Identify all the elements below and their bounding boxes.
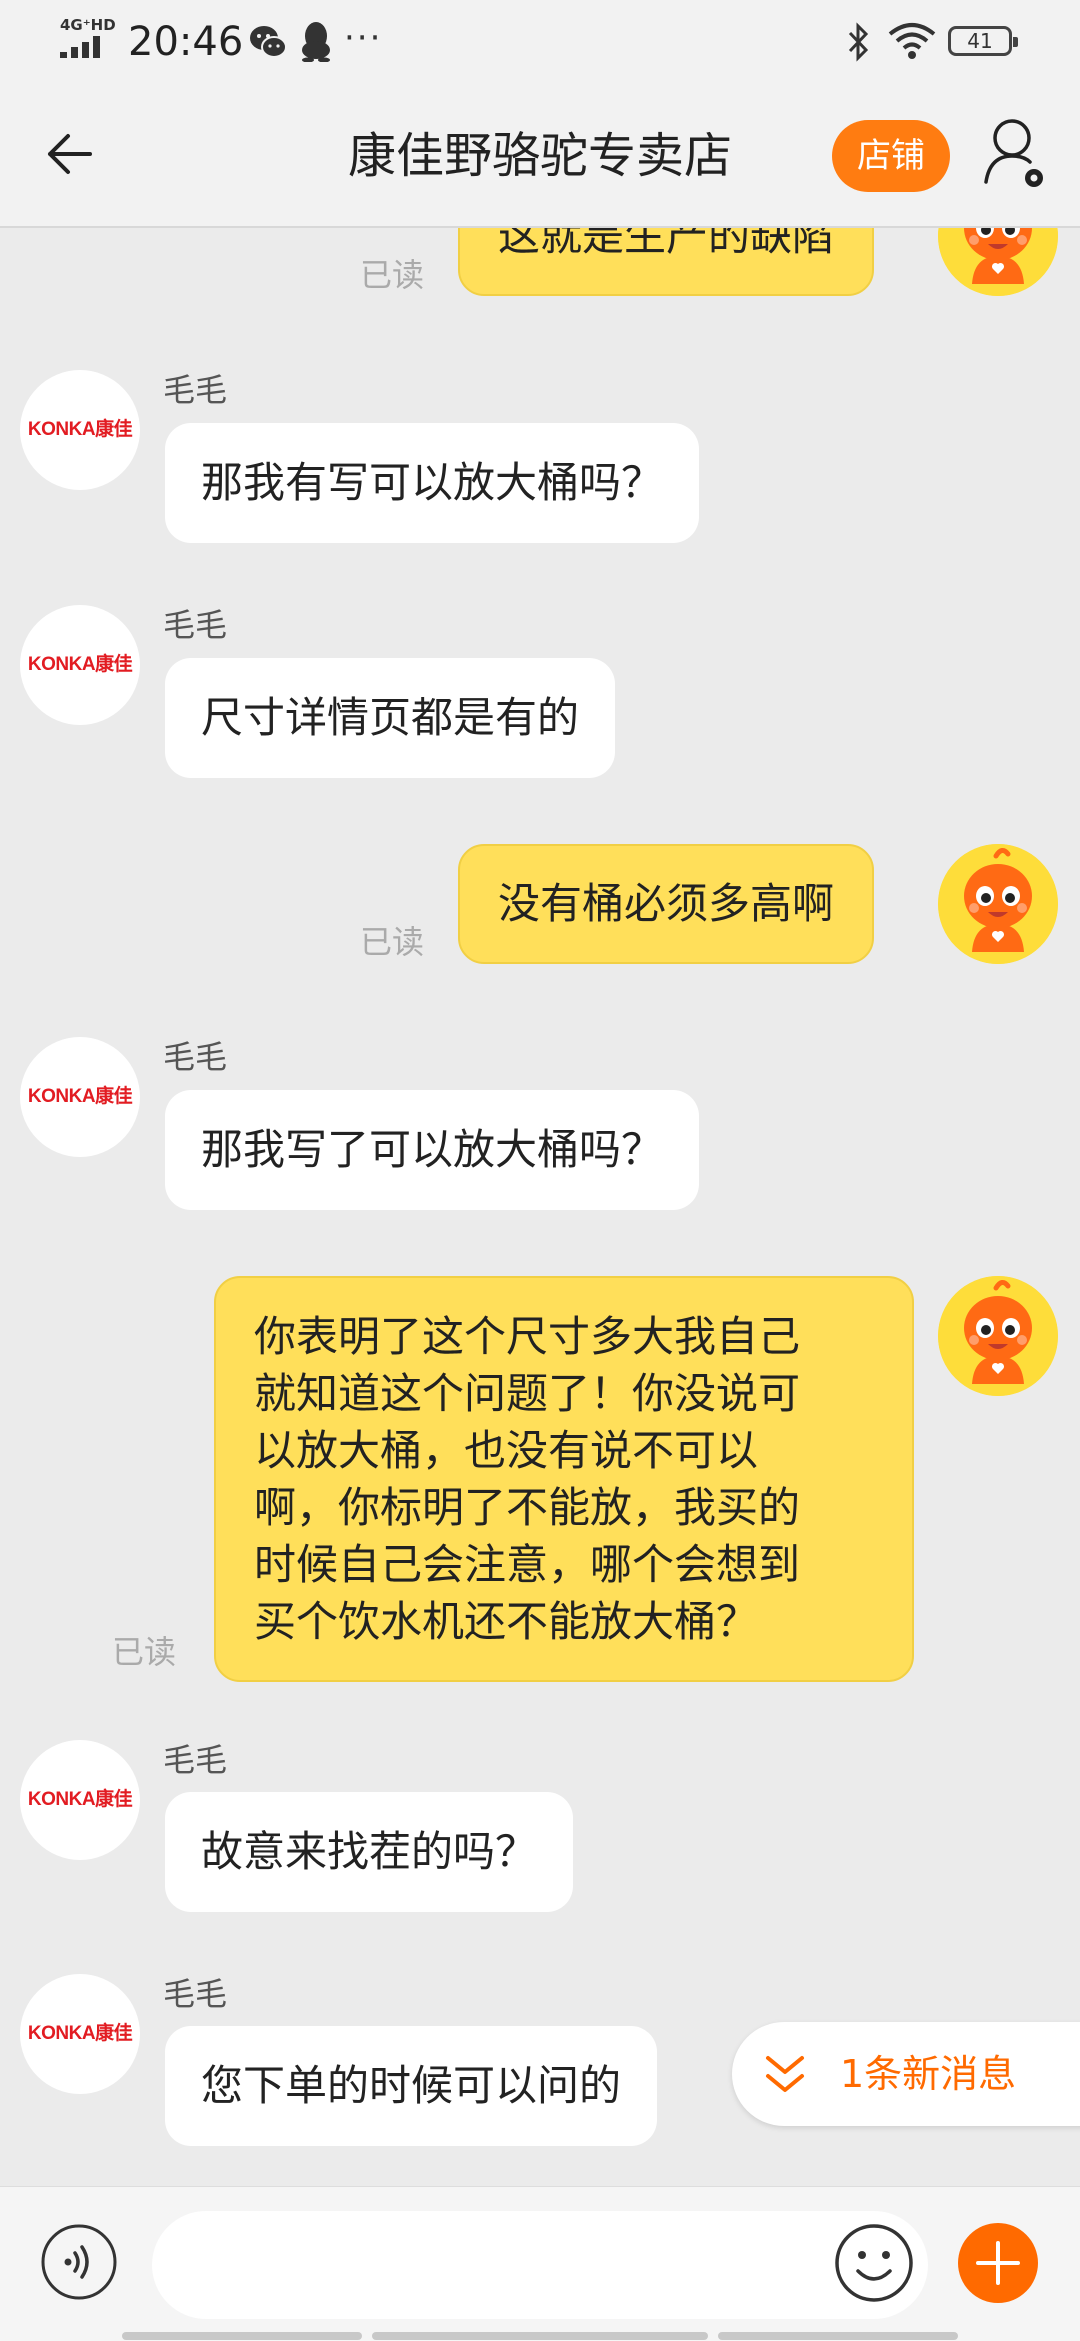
chat-header: 康佳野骆驼专卖店 店铺 [0,86,1080,228]
sender-name: 毛毛 [163,606,228,644]
input-bar [0,2186,1080,2341]
message-line: 你表明了这个尺寸多大我自己 [254,1312,801,1361]
voice-icon[interactable] [40,2223,118,2301]
taobao-mascot-icon [938,844,1058,964]
taobao-mascot-icon [938,1276,1058,1396]
message-line: 时候自己会注意，哪个会想到 [254,1540,801,1589]
gesture-bar [718,2332,958,2340]
new-message-button[interactable]: 1条新消息 [732,2022,1080,2126]
more-notifications-icon: ··· [344,18,383,58]
shop-avatar[interactable]: KONKA康佳 [20,370,140,490]
message-bubble-outgoing[interactable]: 没有桶必须多高啊 [458,844,875,964]
taobao-mascot-icon [938,228,1058,296]
network-type: 4G⁺HD [60,16,116,34]
wifi-icon [888,23,936,59]
shop-avatar[interactable]: KONKA康佳 [20,1740,140,1860]
sender-name: 毛毛 [163,1038,228,1076]
read-receipt: 已读 [112,1633,177,1671]
wechat-icon [250,26,287,58]
konka-logo: KONKA康佳 [27,1086,133,1107]
message-list[interactable]: 已读 这就是生产的缺陷 KONKA康佳 毛毛 那我有写可以放大桶吗？ KONKA… [0,228,1080,2186]
konka-logo: KONKA康佳 [27,654,133,675]
user-avatar[interactable] [938,1276,1058,1396]
plus-icon[interactable] [958,2223,1038,2303]
sender-name: 毛毛 [163,1741,228,1779]
message-bubble-outgoing[interactable]: 这就是生产的缺陷 [458,228,875,296]
sender-name: 毛毛 [163,1975,228,2013]
shop-avatar[interactable]: KONKA康佳 [20,1037,140,1157]
message-bubble-incoming[interactable]: 那我有写可以放大桶吗？ [165,423,700,543]
message-bubble-incoming[interactable]: 尺寸详情页都是有的 [165,658,616,778]
read-receipt: 已读 [360,256,425,294]
user-avatar[interactable] [938,844,1058,964]
qq-icon [302,22,330,62]
message-line: 买个饮水机还不能放大桶？ [254,1597,759,1646]
shop-avatar[interactable]: KONKA康佳 [20,605,140,725]
store-button[interactable]: 店铺 [832,120,950,192]
gesture-bar [372,2332,708,2340]
profile-settings-icon[interactable] [984,116,1048,192]
shop-avatar[interactable]: KONKA康佳 [20,1974,140,2094]
message-line: 以放大桶，也没有说不可以 [254,1426,759,1475]
message-bubble-incoming[interactable]: 那我写了可以放大桶吗？ [165,1090,700,1210]
emoji-icon[interactable] [834,2223,914,2303]
message-line: 就知道这个问题了！你没说可 [254,1369,801,1418]
new-message-label: 1条新消息 [840,2052,1017,2096]
status-time: 20:46 [128,19,244,65]
double-chevron-down-icon [766,2056,804,2092]
sender-name: 毛毛 [163,371,228,409]
konka-logo: KONKA康佳 [27,419,133,440]
message-bubble-incoming[interactable]: 您下单的时候可以问的 [165,2026,658,2146]
user-avatar[interactable] [938,228,1058,296]
gesture-bar [122,2332,362,2340]
message-bubble-outgoing[interactable]: 你表明了这个尺寸多大我自己 就知道这个问题了！你没说可 以放大桶，也没有说不可以… [214,1276,914,1682]
signal-icon [60,36,112,58]
konka-logo: KONKA康佳 [27,1789,133,1810]
konka-logo: KONKA康佳 [27,2023,133,2044]
message-line: 啊，你标明了不能放，我买的 [254,1483,801,1532]
bluetooth-icon [848,22,869,62]
message-bubble-incoming[interactable]: 故意来找茬的吗？ [165,1792,574,1912]
battery-level: 41 [967,29,993,53]
read-receipt: 已读 [360,923,425,961]
message-input[interactable] [152,2211,928,2319]
battery-icon: 41 [948,26,1018,56]
status-bar: 4G⁺HD 20:46 ··· 41 [0,0,1080,86]
